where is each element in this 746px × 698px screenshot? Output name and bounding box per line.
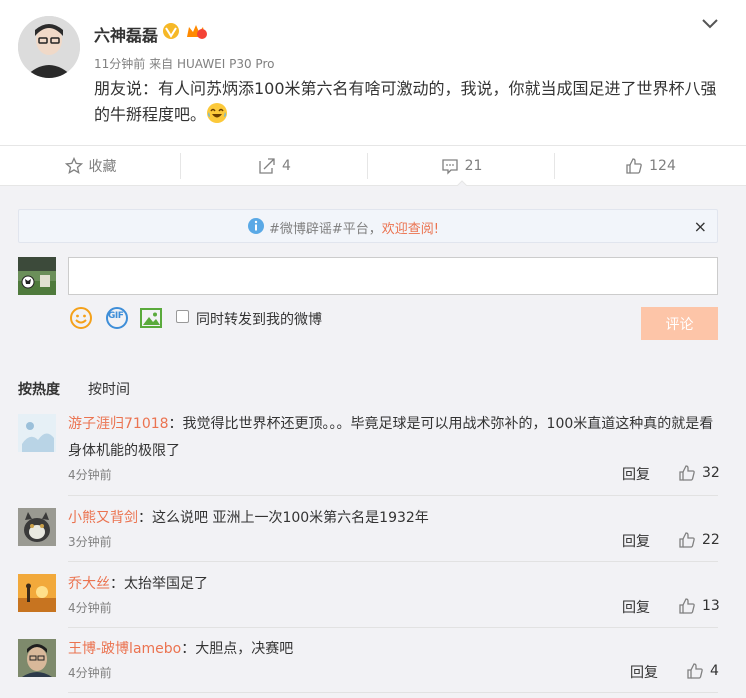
comment-divider: [68, 495, 718, 496]
repost-checkbox[interactable]: [176, 310, 189, 323]
rumor-notice-bar: #微博辟谣#平台，欢迎查阅! ×: [18, 209, 718, 243]
post-text-content: 朋友说：有人问苏炳添100米第六名有啥可激动的，我说，你就当成国足进了世界杯八强…: [94, 79, 717, 124]
comment-like-count: 4: [710, 663, 719, 679]
info-icon: [248, 218, 264, 234]
repost-checkbox-label[interactable]: 同时转发到我的微博: [196, 309, 322, 329]
reply-button[interactable]: 回复: [622, 597, 650, 617]
comment-like-button[interactable]: 4: [686, 662, 719, 680]
comment-time: 4分钟前: [68, 468, 112, 482]
comment-text: ：大胆点，决赛吧: [181, 641, 294, 657]
reply-button[interactable]: 回复: [622, 464, 650, 484]
comment-like-count: 13: [702, 598, 720, 614]
emoji-icon[interactable]: [69, 306, 93, 330]
close-icon[interactable]: ×: [694, 217, 707, 236]
comment-body: 乔大丝：太抬举国足了: [68, 571, 718, 598]
comment-divider: [68, 692, 718, 693]
commenter-name[interactable]: 小熊又背剑: [68, 510, 138, 526]
notice-link[interactable]: 欢迎查阅!: [382, 222, 439, 237]
comment-like-count: 22: [702, 532, 720, 548]
reply-button[interactable]: 回复: [622, 531, 650, 551]
thumbs-up-icon: [679, 465, 695, 481]
comment-like-button[interactable]: 13: [678, 597, 720, 615]
post-meta: 11分钟前 来自 HUAWEI P30 Pro: [94, 55, 274, 72]
commenter-avatar[interactable]: [18, 414, 56, 452]
thumbs-up-icon: [687, 663, 703, 679]
weibo-post: 六神磊磊 11分钟前 来自 HUAWEI P30 Pro 朋友说：有人问苏炳添1…: [0, 0, 746, 145]
vip-badge-icon[interactable]: [184, 22, 208, 40]
reply-button[interactable]: 回复: [630, 662, 658, 682]
laughing-emoji-icon: [207, 103, 228, 123]
comment-time: 4分钟前: [68, 601, 112, 615]
notice-prefix[interactable]: #微博辟谣#平台，: [269, 222, 382, 237]
share-icon: [259, 158, 275, 174]
commenter-avatar[interactable]: [18, 508, 56, 546]
comment-text: ：太抬举国足了: [110, 576, 208, 592]
post-text: 朋友说：有人问苏炳添100米第六名有啥可激动的，我说，你就当成国足进了世界杯八强…: [94, 76, 730, 128]
source-prefix: 来自: [149, 57, 174, 71]
comment-like-button[interactable]: 22: [678, 531, 720, 549]
repost-count: 4: [282, 158, 291, 174]
commenter-avatar[interactable]: [18, 639, 56, 677]
comment-icon: [441, 159, 458, 175]
comment-time: 4分钟前: [68, 666, 112, 680]
my-avatar[interactable]: [18, 257, 56, 295]
comment-body: 王博-跛博lamebo：大胆点，决赛吧: [68, 636, 718, 663]
thumbs-up-icon: [679, 598, 695, 614]
like-button[interactable]: 124: [555, 146, 746, 186]
author-avatar[interactable]: [18, 16, 80, 78]
author-name[interactable]: 六神磊磊: [94, 22, 158, 46]
comment-body: 小熊又背剑：这么说吧 亚洲上一次100米第六名是1932年: [68, 505, 718, 532]
like-count: 124: [649, 158, 676, 174]
comment-body: 游子涯归71018：我觉得比世界杯还更顶。。。毕竟足球是可以用战术弥补的，100…: [68, 411, 718, 465]
comments-panel: #微博辟谣#平台，欢迎查阅! × GIF 同时转发到我的微博 评论 按热度 按时…: [0, 186, 746, 698]
comment-divider: [68, 627, 718, 628]
commenter-name[interactable]: 王博-跛博lamebo: [68, 641, 181, 657]
comment-like-count: 32: [702, 465, 720, 481]
sort-by-time-tab[interactable]: 按时间: [88, 379, 130, 399]
post-source[interactable]: HUAWEI P30 Pro: [177, 57, 275, 71]
commenter-name[interactable]: 游子涯归71018: [68, 416, 169, 432]
thumbs-up-icon: [679, 532, 695, 548]
comment-count: 21: [464, 158, 483, 174]
favorite-button[interactable]: 收藏: [0, 146, 181, 186]
gif-label: GIF: [108, 311, 124, 321]
post-time[interactable]: 11分钟前: [94, 57, 145, 71]
gif-icon[interactable]: GIF: [105, 306, 129, 330]
comment-time: 3分钟前: [68, 535, 112, 549]
notice-text: #微博辟谣#平台，欢迎查阅!: [269, 218, 439, 237]
image-icon[interactable]: [139, 306, 163, 330]
comment-text: ：这么说吧 亚洲上一次100米第六名是1932年: [138, 510, 429, 526]
sort-by-hot-tab[interactable]: 按热度: [18, 379, 60, 399]
commenter-name[interactable]: 乔大丝: [68, 576, 110, 592]
repost-button[interactable]: 4: [181, 146, 368, 186]
action-bar: 收藏 4 21 124: [0, 145, 746, 188]
favorite-label: 收藏: [88, 159, 117, 175]
commenter-avatar[interactable]: [18, 574, 56, 612]
submit-comment-button[interactable]: 评论: [641, 307, 718, 340]
chevron-down-icon[interactable]: [700, 14, 720, 34]
thumbs-up-icon: [626, 158, 642, 174]
verified-badge-icon: [163, 23, 179, 39]
comment-input[interactable]: [68, 257, 718, 295]
comment-like-button[interactable]: 32: [678, 464, 720, 482]
comment-divider: [68, 561, 718, 562]
star-icon: [64, 157, 83, 175]
